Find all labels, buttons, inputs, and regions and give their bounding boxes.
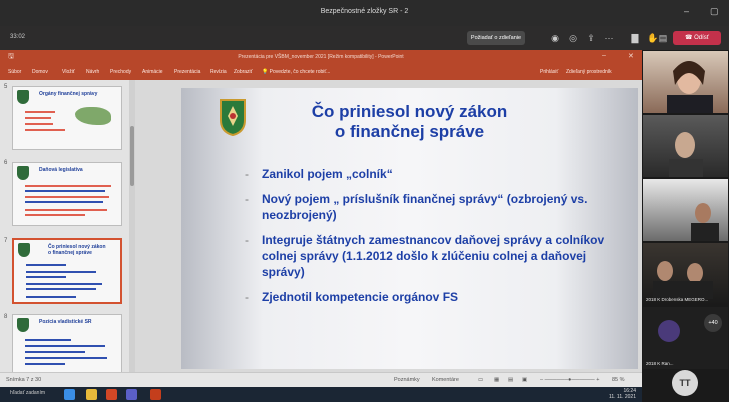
participant-video-tile[interactable] <box>643 51 728 113</box>
save-icon[interactable]: 🖫 <box>8 52 14 63</box>
thumbnail-scrollbar[interactable] <box>129 80 135 372</box>
slide-title: Čo priniesol nový zákon o finančnej sprá… <box>181 102 638 142</box>
tab-animations[interactable]: Animácie <box>142 69 163 75</box>
sign-in-link[interactable]: Prihlásiť <box>540 69 558 75</box>
tab-transitions[interactable]: Prechody <box>110 69 131 75</box>
slide-title-line-2: o finančnej správe <box>334 122 485 141</box>
slideshow-view-icon[interactable]: ▣ <box>522 377 527 383</box>
participant-video-tile[interactable]: 2018 K Drobenska MEGERO... <box>643 243 728 305</box>
powerpoint-icon[interactable] <box>150 389 161 400</box>
slide-thumbnail-5[interactable]: Orgány finančnej správy <box>12 86 122 150</box>
maximize-icon[interactable]: ▢ <box>710 6 719 17</box>
participant-name: 2018 K Ran... <box>646 361 674 366</box>
meeting-timer: 33:02 <box>10 34 26 40</box>
windows-taskbar: hľadať zadaním 16:24 11. 11. 2021 <box>0 387 642 402</box>
participant-avatar <box>667 61 713 113</box>
camera-icon[interactable]: ◉ <box>548 31 562 45</box>
ppt-minimize-icon[interactable]: – <box>602 52 606 59</box>
slide-bullet: - Integruje štátnych zamestnancov daňovej… <box>245 233 605 279</box>
zoom-slider[interactable]: – ──────●────── + <box>540 377 599 383</box>
tab-slideshow[interactable]: Prezentácia <box>174 69 200 75</box>
file-explorer-icon[interactable] <box>86 389 97 400</box>
thumb-number: 8 <box>4 314 8 320</box>
reading-view-icon[interactable]: ▤ <box>508 377 513 383</box>
taskbar-date: 11. 11. 2021 <box>608 394 636 400</box>
minimize-icon[interactable]: – <box>684 6 689 16</box>
participant-gallery: 2018 K Drobenska MEGERO... 2018 K Ran...… <box>642 50 729 402</box>
comments-button[interactable]: Komentáre <box>432 377 459 383</box>
slide-thumbnail-pane: 5 Orgány finančnej správy 6 Daňová legis… <box>0 80 134 378</box>
slide-bullet-list: - Zanikol pojem „colník“ - Nový pojem „ pr… <box>245 166 605 314</box>
edge-icon[interactable] <box>64 389 75 400</box>
chat-icon[interactable]: ▇ <box>628 31 642 45</box>
slide-bullet: - Zjednotil kompetencie orgánov FS <box>245 290 459 304</box>
slide-thumbnail-8[interactable]: Pozícia vladistické SR <box>12 314 122 378</box>
participant-avatar <box>669 132 703 177</box>
tab-review[interactable]: Revízia <box>210 69 227 75</box>
tell-me-search[interactable]: 💡 Povedzte, čo chcete robiť... <box>262 69 330 75</box>
tab-design[interactable]: Návrh <box>86 69 99 75</box>
tab-home[interactable]: Domov <box>32 69 48 75</box>
slide-bullet: - Zanikol pojem „colník“ <box>245 167 393 181</box>
office-icon[interactable] <box>106 389 117 400</box>
slide-canvas: Čo priniesol nový zákon o finančnej sprá… <box>181 88 638 369</box>
normal-view-icon[interactable]: ▭ <box>478 377 483 383</box>
tab-insert[interactable]: Vložiť <box>62 69 75 75</box>
participant-avatar <box>653 261 713 299</box>
participant-video-tile[interactable] <box>643 179 728 241</box>
participant-video-tile[interactable] <box>643 115 728 177</box>
slide-thumbnail-6[interactable]: Daňová legislatíva <box>12 162 122 226</box>
thumb-title: Orgány finančnej správy <box>39 91 98 97</box>
tab-view[interactable]: Zobraziť <box>234 69 253 75</box>
leave-label: Odísť <box>694 35 710 41</box>
thumb-number: 5 <box>4 84 8 90</box>
thumb-title: Čo priniesol nový zákon o finančnej sprá… <box>48 244 106 256</box>
participant-avatar <box>691 203 719 241</box>
request-control-button[interactable]: Požiadať o zdieľanie <box>467 31 525 45</box>
participants-icon[interactable]: ▤ <box>656 31 670 45</box>
microphone-icon[interactable]: ◎ <box>566 31 580 45</box>
slide-thumbnail-7[interactable]: Čo priniesol nový zákon o finančnej sprá… <box>12 238 122 304</box>
teams-window-titlebar: Bezpečnostné zložky SR - 2 – ▢ <box>0 0 729 26</box>
ppt-ribbon-tabs: Súbor Domov Vložiť Návrh Prechody Animác… <box>0 64 642 80</box>
ppt-window-title: Prezentácia pre VŠBM_november 2021 [Reži… <box>238 54 404 60</box>
more-options-icon[interactable]: ··· <box>602 31 616 45</box>
self-avatar[interactable]: TT <box>672 370 698 396</box>
slide-counter: Snímka 7 z 30 <box>6 377 42 383</box>
more-participants-badge[interactable]: +40 <box>704 314 722 332</box>
thumb-number: 6 <box>4 160 8 166</box>
slide-title-line-1: Čo priniesol nový zákon <box>311 102 508 121</box>
notes-button[interactable]: Poznámky <box>394 377 420 383</box>
zoom-level[interactable]: 85 % <box>612 377 625 383</box>
share-icon[interactable]: ⇪ <box>584 31 598 45</box>
ppt-workspace: 5 Orgány finančnej správy 6 Daňová legis… <box>0 80 642 378</box>
leave-meeting-button[interactable]: ☎ Odísť <box>673 31 721 45</box>
meeting-controls-bar: 33:02 Požiadať o zdieľanie ◉ ◎ ⇪ ··· ▇ ✋… <box>0 26 729 50</box>
participant-name: 2018 K Drobenska MEGERO... <box>646 297 709 302</box>
thumb-number: 7 <box>4 238 8 244</box>
ppt-close-icon[interactable]: ✕ <box>628 52 634 60</box>
ppt-titlebar: Prezentácia pre VŠBM_november 2021 [Reži… <box>0 50 642 64</box>
taskbar-clock: 16:24 11. 11. 2021 <box>609 388 636 400</box>
thumb-title: Daňová legislatíva <box>39 167 83 173</box>
ppt-status-bar: Snímka 7 z 30 Poznámky Komentáre ▭ ▦ ▤ ▣… <box>0 372 642 387</box>
sorter-view-icon[interactable]: ▦ <box>494 377 499 383</box>
tell-me-placeholder: Povedzte, čo chcete robiť... <box>269 69 331 75</box>
teams-icon[interactable] <box>126 389 137 400</box>
teams-window-title: Bezpečnostné zložky SR - 2 <box>320 8 409 15</box>
taskbar-search[interactable]: hľadať zadaním <box>10 390 45 396</box>
slide-bullet: - Nový pojem „ príslušník finančnej správ… <box>245 192 588 222</box>
powerpoint-window: Prezentácia pre VŠBM_november 2021 [Reži… <box>0 50 642 387</box>
thumb-title: Pozícia vladistické SR <box>39 319 92 325</box>
tab-file[interactable]: Súbor <box>8 69 21 75</box>
share-link[interactable]: Zdieľaný prostredník <box>566 69 612 75</box>
